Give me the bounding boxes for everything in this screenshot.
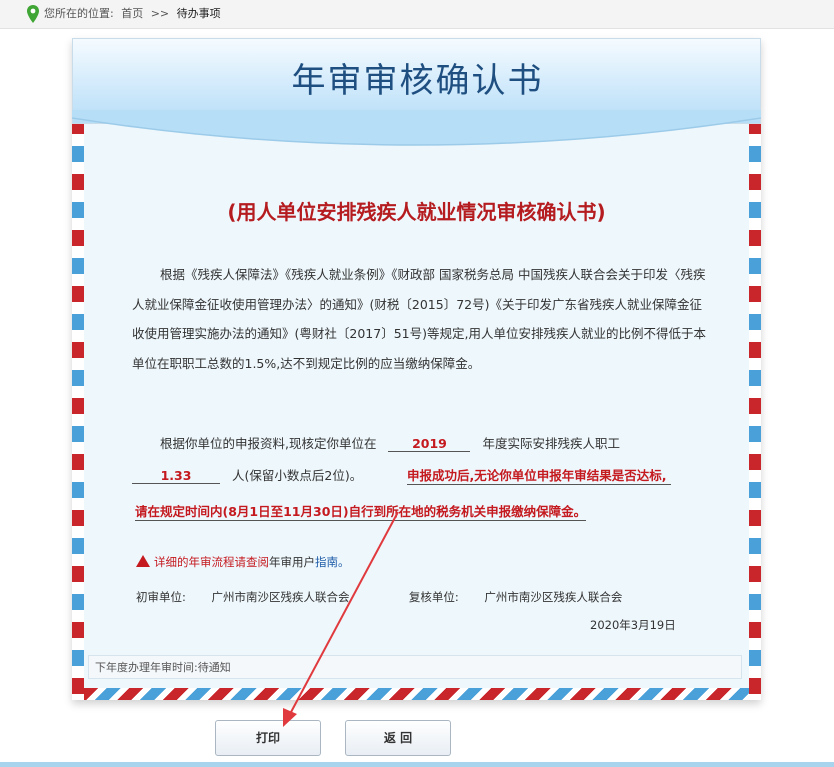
- issue-date: 2020年3月19日: [590, 618, 676, 632]
- employee-count-unit: 人(保留小数点后2位)。: [231, 468, 363, 483]
- first-review-value: 广州市南沙区残疾人联合会: [211, 590, 350, 604]
- process-guide-link[interactable]: 年审流程请查阅: [189, 555, 270, 569]
- second-review-value: 广州市南沙区残疾人联合会: [484, 590, 623, 604]
- print-button[interactable]: 打印: [215, 720, 321, 756]
- employee-count-line: 1.33 人(保留小数点后2位)。: [132, 465, 362, 484]
- document-subtitle: (用人单位安排残疾人就业情况审核确认书): [227, 200, 606, 224]
- second-review-label: 复核单位:: [408, 590, 459, 604]
- location-pin-icon: [27, 5, 39, 23]
- assessment-text-post: 年度实际安排残疾人职工: [482, 436, 620, 451]
- breadcrumb-home-link[interactable]: 首页: [121, 7, 143, 20]
- warning-icon: [136, 555, 150, 567]
- notice-text-2: 请在规定时间内(8月1日至11月30日)自行到所在地的税务机关申报缴纳保障金。: [135, 501, 587, 521]
- review-units: 初审单位: 广州市南沙区残疾人联合会 复核单位: 广州市南沙区残疾人联合会: [136, 589, 622, 605]
- back-button[interactable]: 返 回: [345, 720, 451, 756]
- breadcrumb-bar: 您所在的位置: 首页 >> 待办事项: [0, 0, 834, 29]
- page-title: 年审审核确认书: [291, 61, 544, 101]
- next-review-time: 下年度办理年审时间:待通知: [88, 655, 742, 679]
- assessment-text-pre: 根据你单位的申报资料,现核定你单位在: [160, 436, 377, 451]
- warning-text-a: 详细的: [154, 555, 189, 569]
- warning-text-c: 年审用户: [269, 555, 315, 569]
- first-review-label: 初审单位:: [136, 590, 186, 604]
- notice-text-1: 申报成功后,无论你单位申报年审结果是否达标,: [407, 465, 671, 485]
- regulation-paragraph: 根据《残疾人保障法》《残疾人就业条例》《财政部 国家税务总局 中国残疾人联合会关…: [132, 267, 706, 371]
- breadcrumb-current: 待办事项: [176, 7, 221, 20]
- employee-count-value: 1.33: [132, 468, 220, 484]
- confirmation-card: 年审审核确认书 (用人单位安排残疾人就业情况审核确认书) 根据《残疾人保障法》《…: [72, 38, 761, 700]
- bottom-bar: [0, 762, 834, 767]
- user-guide-link[interactable]: 指南。: [315, 555, 350, 569]
- envelope-bottom-stripe: [84, 688, 749, 700]
- header-wave-decoration: [72, 110, 761, 146]
- guide-warning: 详细的年审流程请查阅年审用户指南。: [136, 554, 350, 570]
- breadcrumb-separator: >>: [150, 7, 170, 20]
- assessment-line: 根据你单位的申报资料,现核定你单位在 2019 年度实际安排残疾人职工: [160, 433, 620, 452]
- breadcrumb-prefix: 您所在的位置:: [44, 7, 114, 20]
- breadcrumb: 您所在的位置: 首页 >> 待办事项: [44, 0, 225, 28]
- assessment-year: 2019: [388, 436, 471, 452]
